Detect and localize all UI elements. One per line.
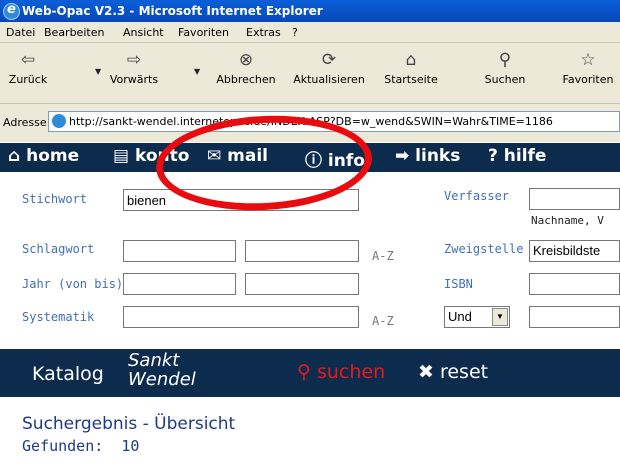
menu-item-extras[interactable]: Extras bbox=[246, 26, 281, 39]
home-label: Startseite bbox=[384, 73, 438, 86]
document-icon: ▤ bbox=[113, 146, 130, 166]
internet-explorer-icon bbox=[3, 2, 20, 20]
stop-label: Abbrechen bbox=[216, 73, 276, 86]
nav-hilfe[interactable]: ? hilfe bbox=[488, 146, 546, 166]
nav-home[interactable]: ⌂ home bbox=[8, 146, 79, 166]
refresh-label: Aktualisieren bbox=[293, 73, 365, 86]
stichwort-label: Stichwort bbox=[22, 192, 88, 206]
back-button[interactable]: ⇦ Zurück bbox=[8, 49, 48, 86]
suchen-button[interactable]: ⚲ suchen bbox=[297, 361, 385, 383]
search-label: Suchen bbox=[484, 73, 526, 86]
reset-button[interactable]: ✖ reset bbox=[418, 361, 488, 383]
jahr-bis-input[interactable] bbox=[245, 273, 359, 295]
nav-home-label: home bbox=[26, 146, 80, 166]
jahr-label: Jahr (von bis) bbox=[22, 277, 124, 291]
forward-button[interactable]: ⇨ Vorwärts bbox=[104, 49, 164, 86]
arrow-right-icon: ➡ bbox=[395, 146, 410, 166]
jahr-von-input[interactable] bbox=[123, 273, 236, 295]
back-arrow-icon: ⇦ bbox=[20, 50, 36, 70]
menu-item-ansicht[interactable]: Ansicht bbox=[123, 26, 164, 39]
browser-toolbar: ⇦ Zurück ▼ ⇨ Vorwärts ▼ ⊗ Abbrechen ⟳ Ak… bbox=[0, 43, 620, 104]
forward-arrow-icon: ⇨ bbox=[126, 50, 142, 70]
window-title: Web-Opac V2.3 - Microsoft Internet Explo… bbox=[22, 4, 323, 18]
star-icon: ☆ bbox=[580, 50, 596, 70]
zweigstelle-label: Zweigstelle bbox=[444, 242, 524, 256]
systematik-az-link[interactable]: A-Z bbox=[372, 314, 394, 328]
refresh-button[interactable]: ⟳ Aktualisieren bbox=[288, 49, 370, 86]
window-titlebar: Web-Opac V2.3 - Microsoft Internet Explo… bbox=[0, 0, 620, 22]
extra-search-input[interactable] bbox=[529, 306, 620, 328]
home-icon: ⌂ bbox=[8, 146, 21, 166]
results-section: Suchergebnis - Übersicht Gefunden: 10 bbox=[0, 397, 620, 466]
menu-item-datei[interactable]: Datei bbox=[6, 26, 35, 39]
back-dropdown-icon[interactable]: ▼ bbox=[95, 67, 101, 76]
isbn-input[interactable] bbox=[529, 273, 620, 295]
menu-item-help[interactable]: ? bbox=[292, 26, 298, 39]
schlagwort-input-2[interactable] bbox=[245, 240, 359, 262]
catalog-bar: Katalog Sankt Wendel ⚲ suchen ✖ reset bbox=[0, 349, 620, 397]
magnifier-icon: ⚲ bbox=[498, 50, 512, 70]
magnifier-icon: ⚲ bbox=[297, 361, 311, 383]
favorites-label: Favoriten bbox=[562, 73, 614, 86]
forward-dropdown-icon[interactable]: ▼ bbox=[194, 67, 200, 76]
stop-icon: ⊗ bbox=[238, 50, 254, 70]
nav-links[interactable]: ➡ links bbox=[395, 146, 460, 166]
stop-button[interactable]: ⊗ Abbrechen bbox=[215, 49, 277, 86]
systematik-input[interactable] bbox=[123, 306, 359, 328]
refresh-icon: ⟳ bbox=[321, 50, 337, 70]
katalog-label: Katalog bbox=[32, 363, 104, 385]
favorites-button[interactable]: ☆ Favoriten bbox=[558, 49, 618, 86]
systematik-label: Systematik bbox=[22, 310, 95, 324]
nav-links-label: links bbox=[415, 146, 461, 166]
back-label: Zurück bbox=[8, 73, 48, 86]
schlagwort-input-1[interactable] bbox=[123, 240, 236, 262]
zweigstelle-select[interactable]: Kreisbildste bbox=[529, 240, 620, 262]
results-title: Suchergebnis - Übersicht bbox=[22, 414, 236, 434]
suchen-label: suchen bbox=[316, 361, 386, 383]
reset-label: reset bbox=[439, 361, 489, 383]
verfasser-hint: Nachname, V bbox=[531, 214, 604, 227]
menu-item-bearbeiten[interactable]: Bearbeiten bbox=[44, 26, 104, 39]
schlagwort-label: Schlagwort bbox=[22, 242, 95, 256]
location-line-2: Wendel bbox=[128, 369, 196, 390]
operator-value: Und bbox=[448, 309, 472, 324]
chevron-down-icon[interactable]: ▼ bbox=[492, 308, 508, 326]
verfasser-label: Verfasser bbox=[444, 189, 510, 203]
location-label: Sankt Wendel bbox=[128, 351, 196, 389]
address-label: Adresse bbox=[3, 116, 47, 129]
operator-select[interactable]: Und ▼ bbox=[444, 306, 510, 328]
isbn-label: ISBN bbox=[444, 277, 473, 291]
found-count: 10 bbox=[121, 437, 140, 455]
page-icon bbox=[52, 114, 66, 128]
cross-icon: ✖ bbox=[418, 361, 434, 383]
house-icon: ⌂ bbox=[405, 50, 417, 70]
forward-label: Vorwärts bbox=[109, 73, 159, 86]
search-button[interactable]: ⚲ Suchen bbox=[480, 49, 530, 86]
verfasser-input[interactable] bbox=[529, 188, 620, 210]
menu-bar: Datei Bearbeiten Ansicht Favoriten Extra… bbox=[0, 22, 620, 43]
home-button[interactable]: ⌂ Startseite bbox=[380, 49, 442, 86]
menu-item-favoriten[interactable]: Favoriten bbox=[178, 26, 229, 39]
found-label: Gefunden: bbox=[22, 437, 104, 455]
schlagwort-az-link[interactable]: A-Z bbox=[372, 249, 394, 263]
results-count: Gefunden: 10 bbox=[22, 437, 139, 455]
location-line-1: Sankt bbox=[128, 350, 180, 371]
